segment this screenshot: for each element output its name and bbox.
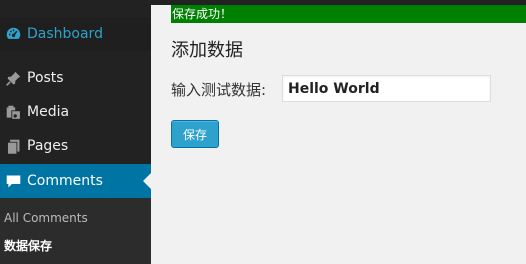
sidebar-item-label: Media	[27, 104, 70, 120]
sidebar-item-media[interactable]: Media	[0, 95, 151, 129]
sidebar-item-pages[interactable]: Pages	[0, 129, 151, 163]
pages-icon	[3, 136, 23, 156]
sidebar-top	[0, 0, 151, 17]
sidebar-item-dashboard[interactable]: Dashboard	[0, 17, 151, 51]
sidebar-item-label: Pages	[27, 138, 69, 154]
submenu-item-data-save[interactable]: 数据保存	[4, 237, 52, 254]
sidebar-item-posts[interactable]: Posts	[0, 61, 151, 95]
sidebar-item-comments[interactable]: Comments	[0, 164, 151, 198]
test-data-label: 输入测试数据:	[171, 81, 267, 99]
success-notice: 保存成功！	[171, 5, 526, 23]
dashboard-icon	[3, 24, 23, 44]
app-window: Dashboard Posts Media Pages Comments All…	[0, 0, 526, 264]
media-icon	[3, 102, 23, 122]
sidebar-item-label: Dashboard	[27, 26, 103, 42]
comments-submenu: All Comments 数据保存	[0, 198, 151, 264]
test-data-input[interactable]	[282, 75, 491, 102]
comment-icon	[3, 171, 23, 191]
sidebar-item-label: Comments	[27, 173, 103, 189]
page-title: 添加数据	[171, 40, 243, 61]
admin-sidebar: Dashboard Posts Media Pages Comments All…	[0, 0, 151, 264]
sidebar-item-label: Posts	[27, 70, 64, 86]
active-indicator	[143, 173, 151, 189]
save-button[interactable]: 保存	[171, 120, 219, 148]
pin-icon	[3, 68, 23, 88]
submenu-item-all-comments[interactable]: All Comments	[4, 211, 88, 225]
